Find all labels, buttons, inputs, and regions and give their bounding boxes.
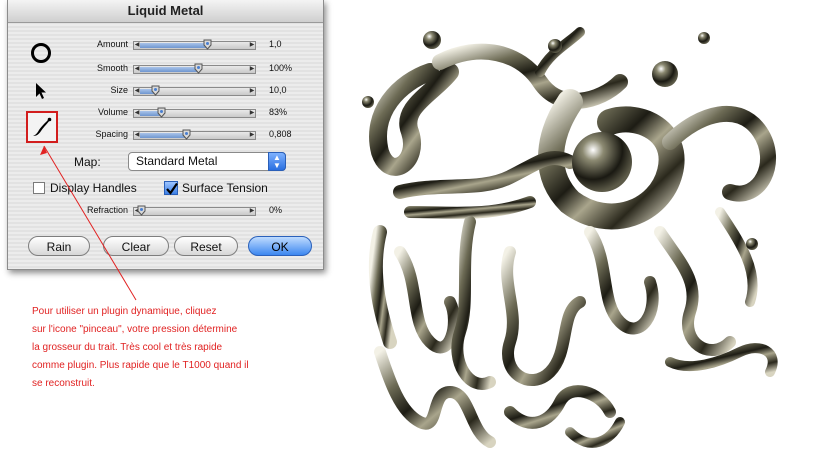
annotation-line: comme plugin. Plus rapide que le T1000 q… (32, 360, 249, 371)
annotation-line: se reconstruit. (32, 378, 95, 389)
annotation-line: sur l'icone "pinceau", votre pression dé… (32, 324, 238, 335)
annotation-line: la grosseur du trait. Très cool et très … (32, 342, 223, 353)
annotation-line: Pour utiliser un plugin dynamique, cliqu… (32, 306, 217, 317)
annotation-text: Pour utiliser un plugin dynamique, cliqu… (32, 303, 332, 393)
liquid-metal-artwork (362, 27, 778, 448)
